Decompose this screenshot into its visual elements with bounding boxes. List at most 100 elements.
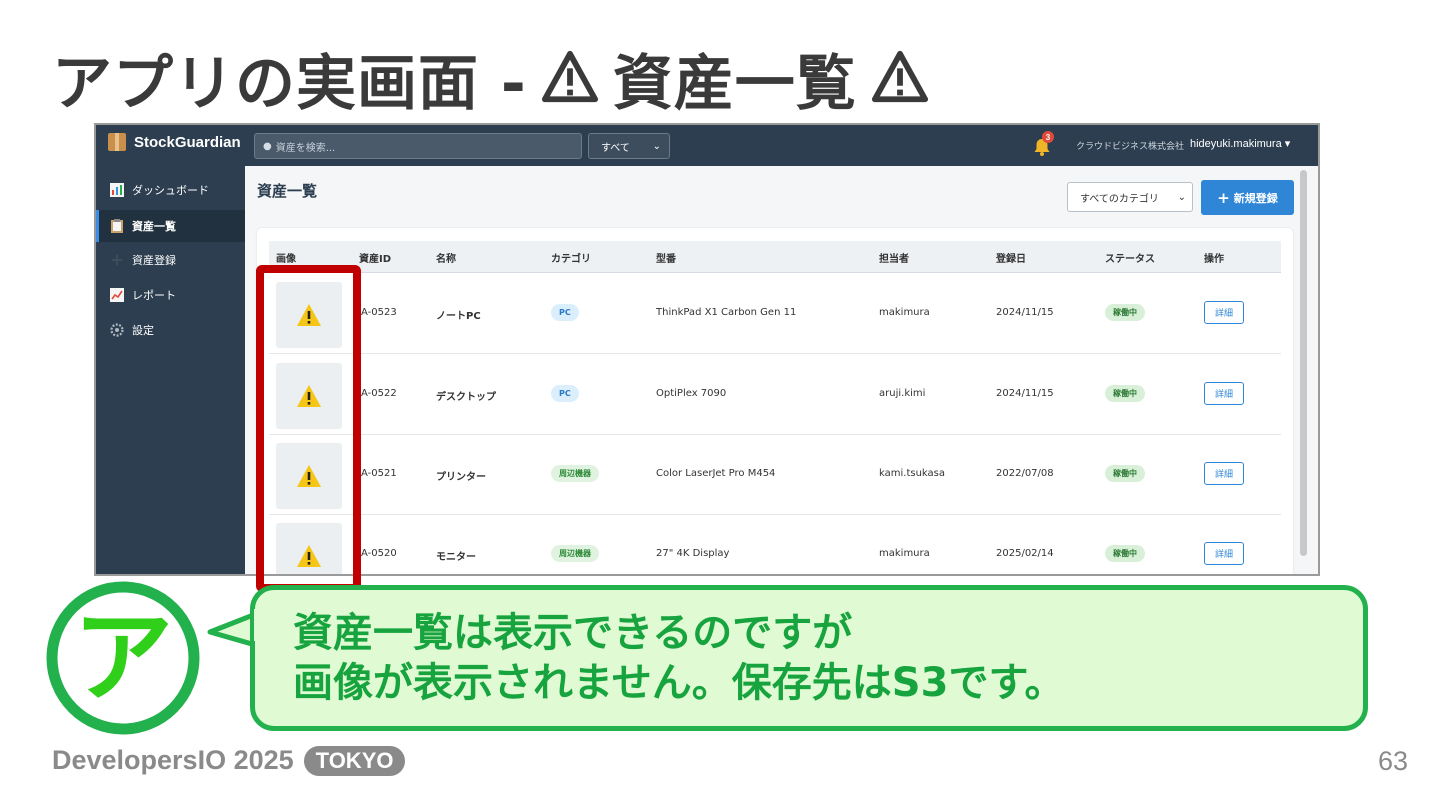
asset-model: OptiPlex 7090 (656, 388, 727, 399)
column-header[interactable]: カテゴリ (551, 250, 591, 265)
status-badge: 稼働中 (1105, 304, 1145, 321)
page-number: 63 (1377, 746, 1408, 776)
column-header[interactable]: 操作 (1204, 250, 1224, 265)
sidebar: ダッシュボード 資産一覧 資産登録 レポート 設定 (96, 166, 245, 574)
slide-title-main: 資産一覧 (612, 48, 857, 119)
bubble-tail-joint (254, 609, 266, 641)
avatar-letter: ア (73, 599, 173, 716)
package-icon (108, 133, 126, 151)
bar-chart-icon (110, 183, 124, 197)
new-register-button[interactable]: + 新規登録 (1201, 180, 1294, 215)
line-chart-icon (110, 288, 124, 302)
scope-value: すべて (601, 142, 630, 154)
asset-id: A-0522 (361, 388, 397, 399)
asset-owner: aruji.kimi (879, 388, 926, 399)
new-register-label: 新規登録 (1233, 191, 1278, 205)
asset-date: 2025/02/14 (996, 548, 1054, 559)
speaker-avatar: ア (46, 581, 200, 735)
status-badge: 稼働中 (1105, 465, 1145, 482)
asset-name: デスクトップ (436, 392, 496, 403)
brand-name: StockGuardian (134, 133, 241, 151)
search-input[interactable]: ● 資産を検索... (254, 133, 582, 159)
asset-name: モニター (436, 552, 476, 563)
detail-button[interactable]: 詳細 (1204, 301, 1244, 324)
search-icon: ● (263, 140, 272, 152)
sidebar-item-label: ダッシュボード (132, 184, 209, 197)
column-header[interactable]: 型番 (656, 250, 676, 265)
footer-brand-text: DevelopersIO 2025 (52, 745, 294, 775)
asset-owner: makimura (879, 307, 930, 318)
user-menu[interactable]: hideyuki.makimura ▾ (1190, 137, 1290, 150)
category-filter-select[interactable]: すべてのカテゴリ ⌄ (1067, 182, 1193, 212)
category-filter-value: すべてのカテゴリ (1080, 193, 1159, 205)
status-badge: 稼働中 (1105, 385, 1145, 402)
detail-button[interactable]: 詳細 (1204, 382, 1244, 405)
sidebar-item-label: 資産登録 (132, 254, 176, 267)
sidebar-item-settings[interactable]: 設定 (96, 314, 245, 346)
warning-outline-icon (871, 50, 928, 103)
sidebar-item-asset-list[interactable]: 資産一覧 (96, 210, 245, 242)
asset-id: A-0521 (361, 468, 397, 479)
warning-outline-icon (541, 50, 598, 103)
column-header[interactable]: ステータス (1105, 250, 1155, 265)
table-row[interactable]: A-0523 ノートPC PC ThinkPad X1 Carbon Gen 1… (269, 274, 1281, 354)
table-row[interactable]: A-0520 モニター 周辺機器 27" 4K Display makimura… (269, 515, 1281, 574)
top-bar: StockGuardian ● 資産を検索... すべて ⌄ 3 クラウドビジネ… (96, 125, 1318, 166)
slide-title: アプリの実画面 - 資産一覧 (52, 38, 929, 119)
scope-select[interactable]: すべて ⌄ (588, 133, 670, 159)
clipboard-icon (111, 219, 123, 233)
sidebar-item-label: 資産一覧 (132, 220, 176, 233)
sidebar-item-label: 設定 (132, 324, 154, 337)
asset-id: A-0523 (361, 307, 397, 318)
main-content: 資産一覧 すべてのカテゴリ ⌄ + 新規登録 画像 資産ID 名称 カテゴリ 型… (245, 166, 1309, 574)
table-row[interactable]: A-0522 デスクトップ PC OptiPlex 7090 aruji.kim… (269, 355, 1281, 435)
scrollbar[interactable] (1300, 170, 1307, 556)
asset-owner: makimura (879, 548, 930, 559)
category-badge: 周辺機器 (551, 545, 599, 562)
table-header: 画像 資産ID 名称 カテゴリ 型番 担当者 登録日 ステータス 操作 (269, 241, 1281, 273)
asset-date: 2022/07/08 (996, 468, 1054, 479)
speech-line-1: 資産一覧は表示できるのですが (293, 610, 853, 656)
column-header[interactable]: 担当者 (879, 250, 909, 265)
asset-name: ノートPC (436, 311, 481, 322)
page-title: 資産一覧 (257, 182, 318, 200)
asset-owner: kami.tsukasa (879, 468, 945, 479)
asset-date: 2024/11/15 (996, 307, 1054, 318)
asset-date: 2024/11/15 (996, 388, 1054, 399)
plus-icon: + (1217, 188, 1230, 207)
chevron-down-icon: ⌄ (1177, 191, 1186, 203)
image-column-highlight (256, 265, 361, 592)
category-badge: PC (551, 304, 579, 321)
asset-table-card: 画像 資産ID 名称 カテゴリ 型番 担当者 登録日 ステータス 操作 A-05… (257, 228, 1293, 574)
sidebar-item-asset-register[interactable]: 資産登録 (96, 244, 245, 276)
speech-line-2: 画像が表示されません。保存先はS3です。 (293, 660, 1065, 706)
company-name: クラウドビジネス株式会社 (1076, 142, 1185, 152)
asset-model: ThinkPad X1 Carbon Gen 11 (656, 307, 797, 318)
asset-model: 27" 4K Display (656, 548, 730, 559)
category-badge: PC (551, 385, 579, 402)
asset-name: プリンター (436, 472, 486, 483)
category-badge: 周辺機器 (551, 465, 599, 482)
slide-title-prefix: アプリの実画面 - (52, 48, 527, 119)
status-badge: 稼働中 (1105, 545, 1145, 562)
footer-brand: DevelopersIO 2025 TOKYO (52, 745, 406, 776)
gear-icon (110, 323, 124, 337)
speech-text: 資産一覧は表示できるのですが 画像が表示されません。保存先はS3です。 (293, 608, 1064, 708)
search-placeholder: 資産を検索... (275, 142, 336, 154)
chevron-down-icon: ⌄ (652, 140, 661, 152)
column-header[interactable]: 名称 (436, 250, 456, 265)
asset-model: Color LaserJet Pro M454 (656, 468, 776, 479)
brand[interactable]: StockGuardian (108, 133, 241, 151)
sidebar-item-report[interactable]: レポート (96, 279, 245, 311)
speech-bubble: 資産一覧は表示できるのですが 画像が表示されません。保存先はS3です。 (250, 585, 1368, 731)
footer-tag: TOKYO (303, 745, 406, 776)
column-header[interactable]: 画像 (276, 250, 296, 265)
column-header[interactable]: 資産ID (359, 250, 391, 265)
notification-badge: 3 (1042, 131, 1054, 143)
detail-button[interactable]: 詳細 (1204, 462, 1244, 485)
sidebar-item-label: レポート (132, 289, 176, 302)
sidebar-item-dashboard[interactable]: ダッシュボード (96, 174, 245, 206)
detail-button[interactable]: 詳細 (1204, 542, 1244, 565)
column-header[interactable]: 登録日 (996, 250, 1026, 265)
table-row[interactable]: A-0521 プリンター 周辺機器 Color LaserJet Pro M45… (269, 435, 1281, 515)
